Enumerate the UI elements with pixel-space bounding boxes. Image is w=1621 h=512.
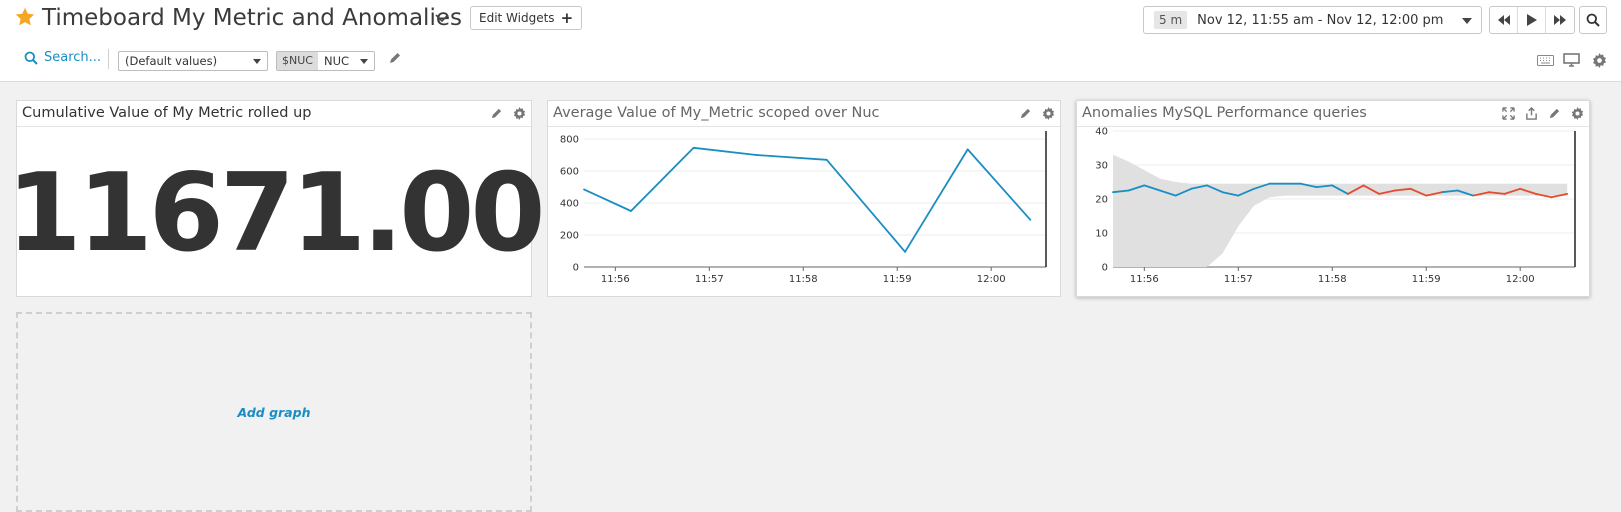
series-segment [631, 148, 694, 211]
gear-icon[interactable] [1570, 106, 1585, 121]
widget-title: Cumulative Value of My Metric rolled up [22, 105, 311, 121]
star-icon[interactable] [14, 6, 36, 28]
template-variable-value: NUC [324, 54, 349, 68]
anomalies-widget: Anomalies MySQL Performance queries 0 10 2… [1076, 100, 1590, 297]
timeseries-widget: Average Value of My_Metric scoped over N… [547, 100, 1061, 297]
saved-views-value: (Default values) [125, 54, 217, 68]
x-tick-label: 11:57 [695, 274, 724, 285]
gear-glyph [1592, 53, 1607, 68]
pencil-icon[interactable] [388, 51, 402, 65]
x-tick-label: 11:56 [1130, 274, 1159, 285]
avg-metric-chart: 0 200 400 600 800 11:56 11:57 11:58 11:59 12:00 [548, 127, 1060, 296]
caret-down-icon [1462, 18, 1472, 24]
y-tick-label: 30 [1095, 161, 1108, 172]
gear-icon[interactable] [1041, 106, 1056, 121]
page-title: Timeboard My Metric and Anomalies [42, 2, 462, 34]
divider [108, 49, 109, 69]
rewind-icon [1497, 14, 1511, 26]
gear-icon[interactable] [1590, 52, 1608, 68]
fast-forward-icon [1553, 14, 1567, 26]
y-tick-label: 600 [560, 167, 579, 178]
x-tick-label: 11:59 [883, 274, 912, 285]
y-tick-label: 800 [560, 135, 579, 146]
x-tick-label: 11:59 [1412, 274, 1441, 285]
time-navigation [1489, 6, 1575, 34]
tv-mode-icon[interactable] [1562, 52, 1580, 68]
saved-views-select[interactable]: (Default values) [118, 51, 268, 71]
widget-title: Anomalies MySQL Performance queries [1082, 105, 1367, 121]
search-icon [24, 51, 38, 65]
x-tick-label: 11:57 [1224, 274, 1253, 285]
time-range-picker[interactable]: 5 m Nov 12, 11:55 am - Nov 12, 12:00 pm [1143, 6, 1482, 34]
gear-icon[interactable] [512, 106, 527, 121]
time-range-label: Nov 12, 11:55 am - Nov 12, 12:00 pm [1197, 13, 1443, 28]
add-graph-label: Add graph [238, 405, 311, 420]
rewind-button[interactable] [1490, 7, 1518, 33]
keyboard-glyph [1537, 55, 1554, 66]
time-span-badge: 5 m [1154, 11, 1187, 29]
pencil-icon[interactable] [1547, 106, 1562, 121]
y-tick-label: 400 [560, 199, 579, 210]
x-tick-label: 12:00 [1506, 274, 1535, 285]
x-tick-label: 11:58 [1318, 274, 1347, 285]
widget-title: Average Value of My_Metric scoped over N… [553, 105, 879, 121]
y-tick-label: 20 [1095, 195, 1108, 206]
widget-actions [1501, 106, 1585, 121]
anomaly-bounds-band [1113, 155, 1567, 267]
add-graph-button[interactable]: Add graph [16, 312, 532, 512]
template-variable: $NUC NUC [276, 51, 375, 71]
query-value-widget: Cumulative Value of My Metric rolled up … [16, 100, 532, 297]
pencil-icon[interactable] [1018, 106, 1033, 121]
zoom-button[interactable] [1579, 6, 1607, 34]
edit-widgets-label: Edit Widgets [479, 7, 555, 29]
chevron-down-icon[interactable] [433, 9, 451, 27]
series-segment [694, 148, 757, 155]
caret-down-icon [253, 59, 261, 64]
y-tick-label: 10 [1095, 229, 1108, 240]
keyboard-icon[interactable] [1536, 52, 1554, 68]
tv-glyph [1563, 53, 1580, 67]
search-icon [1586, 13, 1600, 27]
x-tick-label: 12:00 [977, 274, 1006, 285]
y-tick-label: 200 [560, 231, 579, 242]
pencil-icon[interactable] [489, 106, 504, 121]
widget-actions [489, 106, 527, 121]
edit-widgets-button[interactable]: Edit Widgets + [470, 6, 582, 30]
y-tick-label: 0 [1102, 263, 1108, 274]
caret-down-icon [360, 59, 368, 64]
expand-icon[interactable] [1501, 106, 1516, 121]
play-icon [1526, 14, 1537, 26]
series-segment [905, 149, 968, 251]
play-button[interactable] [1518, 7, 1546, 33]
anomalies-chart: 0 10 20 30 40 11:56 11:57 11:58 11:59 12:00 [1077, 127, 1589, 296]
search-box[interactable]: Search... [24, 50, 101, 65]
y-tick-label: 0 [573, 263, 579, 274]
dashboard-header: Timeboard My Metric and Anomalies Edit W… [0, 0, 1621, 82]
series-segment [827, 160, 905, 252]
series-segment [968, 149, 1031, 219]
x-tick-label: 11:56 [601, 274, 630, 285]
fast-forward-button[interactable] [1546, 7, 1574, 33]
share-icon[interactable] [1524, 106, 1539, 121]
y-tick-label: 40 [1095, 127, 1108, 138]
plus-icon: + [561, 11, 574, 25]
search-label: Search... [44, 50, 101, 65]
widget-actions [1018, 106, 1056, 121]
series-segment [584, 189, 631, 211]
template-variable-tag: $NUC [277, 52, 318, 70]
template-variable-select[interactable]: NUC [318, 52, 374, 70]
x-tick-label: 11:58 [789, 274, 818, 285]
series-segment [756, 155, 826, 160]
metric-value: 11671.00 [17, 131, 531, 296]
